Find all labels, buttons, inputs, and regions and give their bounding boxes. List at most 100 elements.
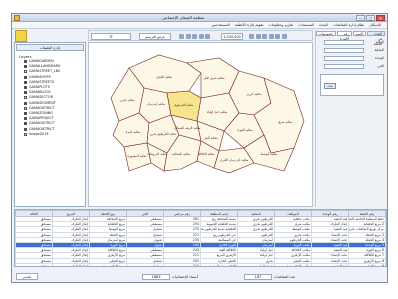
map-region-label: محلية أمدرمان bbox=[147, 102, 166, 106]
manage-layers-button[interactable]: إدارة الطبقات bbox=[16, 44, 84, 51]
unit-label: الوحدة bbox=[375, 56, 384, 60]
locality-field[interactable] bbox=[324, 47, 364, 53]
zoom-out-icon[interactable] bbox=[255, 34, 261, 39]
map-region-label: محلية شرق bbox=[278, 120, 293, 124]
menu-item[interactable]: تقارير ومعلومات bbox=[268, 22, 293, 28]
layer-checkbox[interactable] bbox=[24, 75, 27, 79]
state-label: الولاية bbox=[376, 40, 384, 44]
refresh-icon[interactable] bbox=[275, 34, 280, 39]
map-region-label: محلية الكلاكلة bbox=[197, 152, 215, 156]
layer-checkbox[interactable] bbox=[24, 117, 27, 121]
district-row: الحي bbox=[320, 63, 384, 69]
map-region-label: محلية الثورة bbox=[237, 128, 253, 132]
layers-panel: إدارة الطبقات Layers GAMAGARDEN GAMALLAND… bbox=[14, 42, 86, 207]
tab-family-number[interactable]: رقم الأسرة bbox=[337, 31, 352, 41]
layer-checkbox[interactable] bbox=[24, 132, 27, 136]
maximize-button[interactable]: □ bbox=[366, 15, 375, 21]
state-row: الولاية bbox=[320, 39, 384, 45]
identify-icon[interactable] bbox=[192, 34, 197, 39]
layer-checkbox[interactable] bbox=[24, 70, 27, 74]
menu-item[interactable]: المستندات bbox=[298, 22, 314, 28]
layer-checkbox[interactable] bbox=[24, 122, 27, 126]
search-button[interactable]: بحث bbox=[324, 83, 336, 89]
district-label: الحي bbox=[377, 64, 384, 68]
unit-field[interactable] bbox=[324, 55, 364, 61]
layer-checkbox[interactable] bbox=[24, 80, 27, 84]
search-results-box: بحث bbox=[320, 74, 384, 96]
map-toolbar: ☰ عرض الترسيم 1:250,000 bbox=[88, 30, 313, 41]
state-field[interactable] bbox=[324, 39, 364, 45]
map-region-label: محلية الجيلي bbox=[156, 75, 172, 79]
pensions-count-label: عدد المعاشات bbox=[274, 274, 296, 279]
zoom-in-icon[interactable] bbox=[249, 34, 254, 39]
table-cell: مكتب الحاج يوسف bbox=[274, 262, 312, 266]
table-cell: مربع الحاج يوسف bbox=[89, 262, 127, 266]
records-grid: رقم الخطة رقم الوحدة الموظف المحلية إسم المن… bbox=[14, 209, 387, 267]
table-cell: مدينة الحلفاية الجنوبية bbox=[200, 221, 238, 228]
map-region-label: محلية الوسط bbox=[261, 152, 278, 156]
minimize-button[interactable]: — bbox=[356, 15, 365, 21]
statistics-label: أسماء الإحصائيات bbox=[172, 274, 199, 279]
show-drawing-button[interactable]: عرض الترسيم bbox=[139, 33, 171, 40]
tab-search-plan[interactable]: البحث في الخطة bbox=[367, 31, 385, 46]
map-region-label: محلية الصحافة bbox=[172, 152, 191, 156]
search-panel: البحث في الخطة الإسم رقم الأسرة خصوصيات … bbox=[315, 30, 387, 207]
layer-tree: Layers GAMAGARDEN GAMALLANDMARK GAMASTREET… bbox=[19, 54, 85, 137]
layer-checkbox[interactable] bbox=[24, 96, 27, 100]
toolbar-menu-button[interactable]: ☰ bbox=[91, 33, 131, 40]
table-cell: تسجيل bbox=[126, 262, 164, 266]
layer-checkbox[interactable] bbox=[24, 111, 27, 115]
layer-checkbox[interactable] bbox=[24, 65, 27, 69]
map-tools bbox=[179, 33, 210, 40]
menu-bar: الإسكان نظام إدارة المعاشات البحث المستن… bbox=[12, 22, 387, 29]
info-icon[interactable] bbox=[281, 34, 287, 39]
menu-item[interactable]: المستخدمين bbox=[211, 22, 229, 28]
layer-checkbox[interactable] bbox=[24, 91, 27, 95]
pan-icon[interactable] bbox=[179, 34, 184, 39]
map-region-label: محلية شرق النيل bbox=[203, 76, 225, 80]
map-view[interactable]: محلية الجيلي محلية شرق النيل محلية بحري محل… bbox=[88, 42, 313, 207]
records-table: رقم الخطة رقم الوحدة الموظف المحلية إسم المن… bbox=[15, 210, 386, 266]
map-region-label: محلية الدروشاب bbox=[147, 152, 168, 156]
table-cell: 210 bbox=[163, 262, 201, 266]
map-region-label: محلية بحري bbox=[120, 98, 135, 102]
zoom-tools bbox=[249, 33, 287, 40]
layer-checkbox[interactable] bbox=[24, 127, 27, 131]
layer-checkbox[interactable] bbox=[24, 101, 27, 105]
unit-row: الوحدة bbox=[320, 55, 384, 61]
table-cell: مركز توزيع المعاشات بحري bbox=[348, 226, 386, 233]
close-button[interactable]: ✕ bbox=[376, 15, 385, 21]
app-window: منظمة الضمان الإجتماعي — □ ✕ الإسكان نظا… bbox=[11, 13, 388, 283]
menu-item[interactable]: نظام إدارة المعاشات bbox=[333, 22, 364, 28]
table-cell: مستحق bbox=[15, 262, 53, 266]
menu-item[interactable]: البحث bbox=[319, 22, 328, 28]
layer-checkbox[interactable] bbox=[24, 106, 27, 110]
menu-item[interactable]: تقويم إدارة الأنظمة bbox=[235, 22, 264, 28]
map-region-label: محلية جبل أولياء bbox=[207, 110, 228, 114]
locality-label: المحلية bbox=[374, 48, 384, 52]
map-canvas: محلية الجيلي محلية شرق النيل محلية بحري محل… bbox=[110, 54, 305, 174]
menu-item[interactable]: الإسكان bbox=[369, 22, 381, 28]
tab-properties[interactable]: خصوصيات bbox=[316, 31, 337, 36]
layer-name: ImageZ019 bbox=[29, 131, 49, 136]
table-cell: الحلفاية مدينة الخرطوم بحري bbox=[200, 226, 238, 233]
scale-field[interactable]: 1:250,000 bbox=[221, 33, 243, 40]
tab-name[interactable]: الإسم bbox=[352, 31, 367, 36]
app-icon bbox=[14, 15, 20, 21]
screen: منظمة الضمان الإجتماعي — □ ✕ الإسكان نظا… bbox=[0, 0, 398, 299]
table-row[interactable]: 9 مربع الجيلي قيد التنفيذ مكتب الحاج يوسف ش… bbox=[15, 262, 386, 266]
title-bar[interactable]: منظمة الضمان الإجتماعي — □ ✕ bbox=[12, 14, 387, 22]
select-icon[interactable] bbox=[185, 34, 191, 39]
layer-checkbox[interactable] bbox=[24, 60, 27, 64]
export-button[interactable]: تصدير bbox=[16, 273, 38, 280]
layer-item[interactable]: ImageZ019 bbox=[19, 132, 85, 137]
district-field[interactable] bbox=[324, 63, 364, 69]
full-extent-icon[interactable] bbox=[262, 34, 267, 39]
measure-icon[interactable] bbox=[198, 34, 204, 39]
grid-icon[interactable] bbox=[268, 34, 274, 39]
layer-checkbox[interactable] bbox=[24, 86, 27, 90]
organization-logo bbox=[15, 30, 27, 42]
map-region-label: محلية النيل bbox=[204, 136, 218, 140]
print-icon[interactable] bbox=[205, 34, 210, 39]
statistics-value: 1863 bbox=[142, 273, 170, 280]
